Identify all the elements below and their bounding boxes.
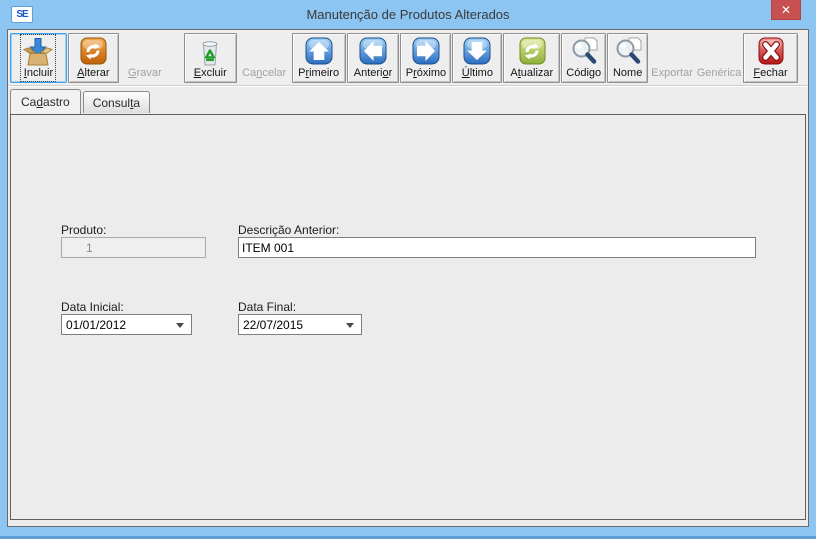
descricao-anterior-input[interactable] bbox=[238, 237, 756, 258]
data-inicial-value: 01/01/2012 bbox=[66, 318, 126, 332]
magnifier-icon bbox=[612, 36, 644, 67]
toolbar-button-incluir[interactable]: Incluir bbox=[10, 33, 67, 83]
toolbar-button-label: Próximo bbox=[406, 67, 446, 80]
blank-icon bbox=[129, 36, 161, 67]
data-final-combobox[interactable]: 22/07/2015 bbox=[238, 314, 362, 335]
box-in-icon bbox=[22, 36, 54, 67]
produto-label: Produto: bbox=[61, 223, 106, 237]
data-inicial-combobox[interactable]: 01/01/2012 bbox=[61, 314, 192, 335]
toolbar-button-label: Atualizar bbox=[510, 67, 553, 80]
toolbar-button-gravar: Gravar bbox=[120, 33, 170, 83]
refresh-orange-icon bbox=[77, 36, 109, 67]
toolbar-button-label: Exportar bbox=[651, 67, 693, 80]
descricao-anterior-label: Descrição Anterior: bbox=[238, 223, 339, 237]
blank-icon bbox=[656, 36, 688, 67]
toolbar-button-cancelar: Cancelar bbox=[238, 33, 291, 83]
arrow-right-blue-icon bbox=[410, 36, 442, 67]
arrow-down-blue-icon bbox=[461, 36, 493, 67]
toolbar-button-label: Primeiro bbox=[298, 67, 339, 80]
app-window: SE Manutenção de Produtos Alterados ✕ In… bbox=[0, 0, 816, 539]
toolbar-button-excluir[interactable]: Excluir bbox=[184, 33, 237, 83]
toolbar-button-label: Anterior bbox=[354, 67, 393, 80]
blank-icon bbox=[248, 36, 280, 67]
toolbar-button-codigo[interactable]: Código bbox=[561, 33, 606, 83]
toolbar-button-proximo[interactable]: Próximo bbox=[400, 33, 451, 83]
tab-consulta[interactable]: Consulta bbox=[83, 91, 150, 113]
refresh-green-icon bbox=[516, 36, 548, 67]
close-icon: ✕ bbox=[781, 3, 791, 17]
trash-recycle-icon bbox=[194, 36, 226, 67]
toolbar-button-label: Código bbox=[566, 67, 601, 80]
arrow-up-blue-icon bbox=[303, 36, 335, 67]
window-title: Manutenção de Produtos Alterados bbox=[7, 7, 809, 22]
toolbar-button-ultimo[interactable]: Último bbox=[452, 33, 502, 83]
toolbar-button-label: Incluir bbox=[24, 67, 53, 80]
client-area: Incluir Alterar Gravar Excluir Cancelar Prime… bbox=[7, 29, 809, 527]
toolbar: Incluir Alterar Gravar Excluir Cancelar Prime… bbox=[8, 30, 808, 86]
tab-cadastro[interactable]: Cadastro bbox=[10, 89, 81, 114]
data-inicial-label: Data Inicial: bbox=[61, 300, 124, 314]
toolbar-button-nome[interactable]: Nome bbox=[607, 33, 648, 83]
toolbar-button-label: Genérica bbox=[697, 67, 742, 80]
toolbar-button-label: Nome bbox=[613, 67, 642, 80]
titlebar: SE Manutenção de Produtos Alterados ✕ bbox=[7, 0, 809, 29]
blank-icon bbox=[703, 36, 735, 67]
toolbar-button-anterior[interactable]: Anterior bbox=[347, 33, 400, 83]
data-final-value: 22/07/2015 bbox=[243, 318, 303, 332]
tab-bar: CadastroConsulta bbox=[8, 86, 808, 113]
toolbar-button-generica: Genérica bbox=[696, 33, 742, 83]
chevron-down-icon[interactable] bbox=[346, 323, 354, 328]
toolbar-button-atualizar[interactable]: Atualizar bbox=[503, 33, 560, 83]
toolbar-button-label: Excluir bbox=[194, 67, 227, 80]
toolbar-button-alterar[interactable]: Alterar bbox=[68, 33, 119, 83]
toolbar-button-label: Gravar bbox=[128, 67, 162, 80]
toolbar-button-primeiro[interactable]: Primeiro bbox=[292, 33, 346, 83]
close-red-icon bbox=[755, 36, 787, 67]
data-final-label: Data Final: bbox=[238, 300, 296, 314]
toolbar-button-exportar: Exportar bbox=[649, 33, 695, 83]
tab-page-cadastro: Produto: Descrição Anterior: Data Inicia… bbox=[10, 114, 806, 520]
toolbar-button-fechar[interactable]: Fechar bbox=[743, 33, 798, 83]
toolbar-button-label: Alterar bbox=[77, 67, 109, 80]
toolbar-button-label: Cancelar bbox=[242, 67, 286, 80]
toolbar-button-label: Último bbox=[462, 67, 493, 80]
chevron-down-icon[interactable] bbox=[176, 323, 184, 328]
arrow-left-blue-icon bbox=[357, 36, 389, 67]
toolbar-button-label: Fechar bbox=[753, 67, 787, 80]
window-close-button[interactable]: ✕ bbox=[771, 0, 801, 20]
produto-input bbox=[61, 237, 206, 258]
magnifier-icon bbox=[568, 36, 600, 67]
